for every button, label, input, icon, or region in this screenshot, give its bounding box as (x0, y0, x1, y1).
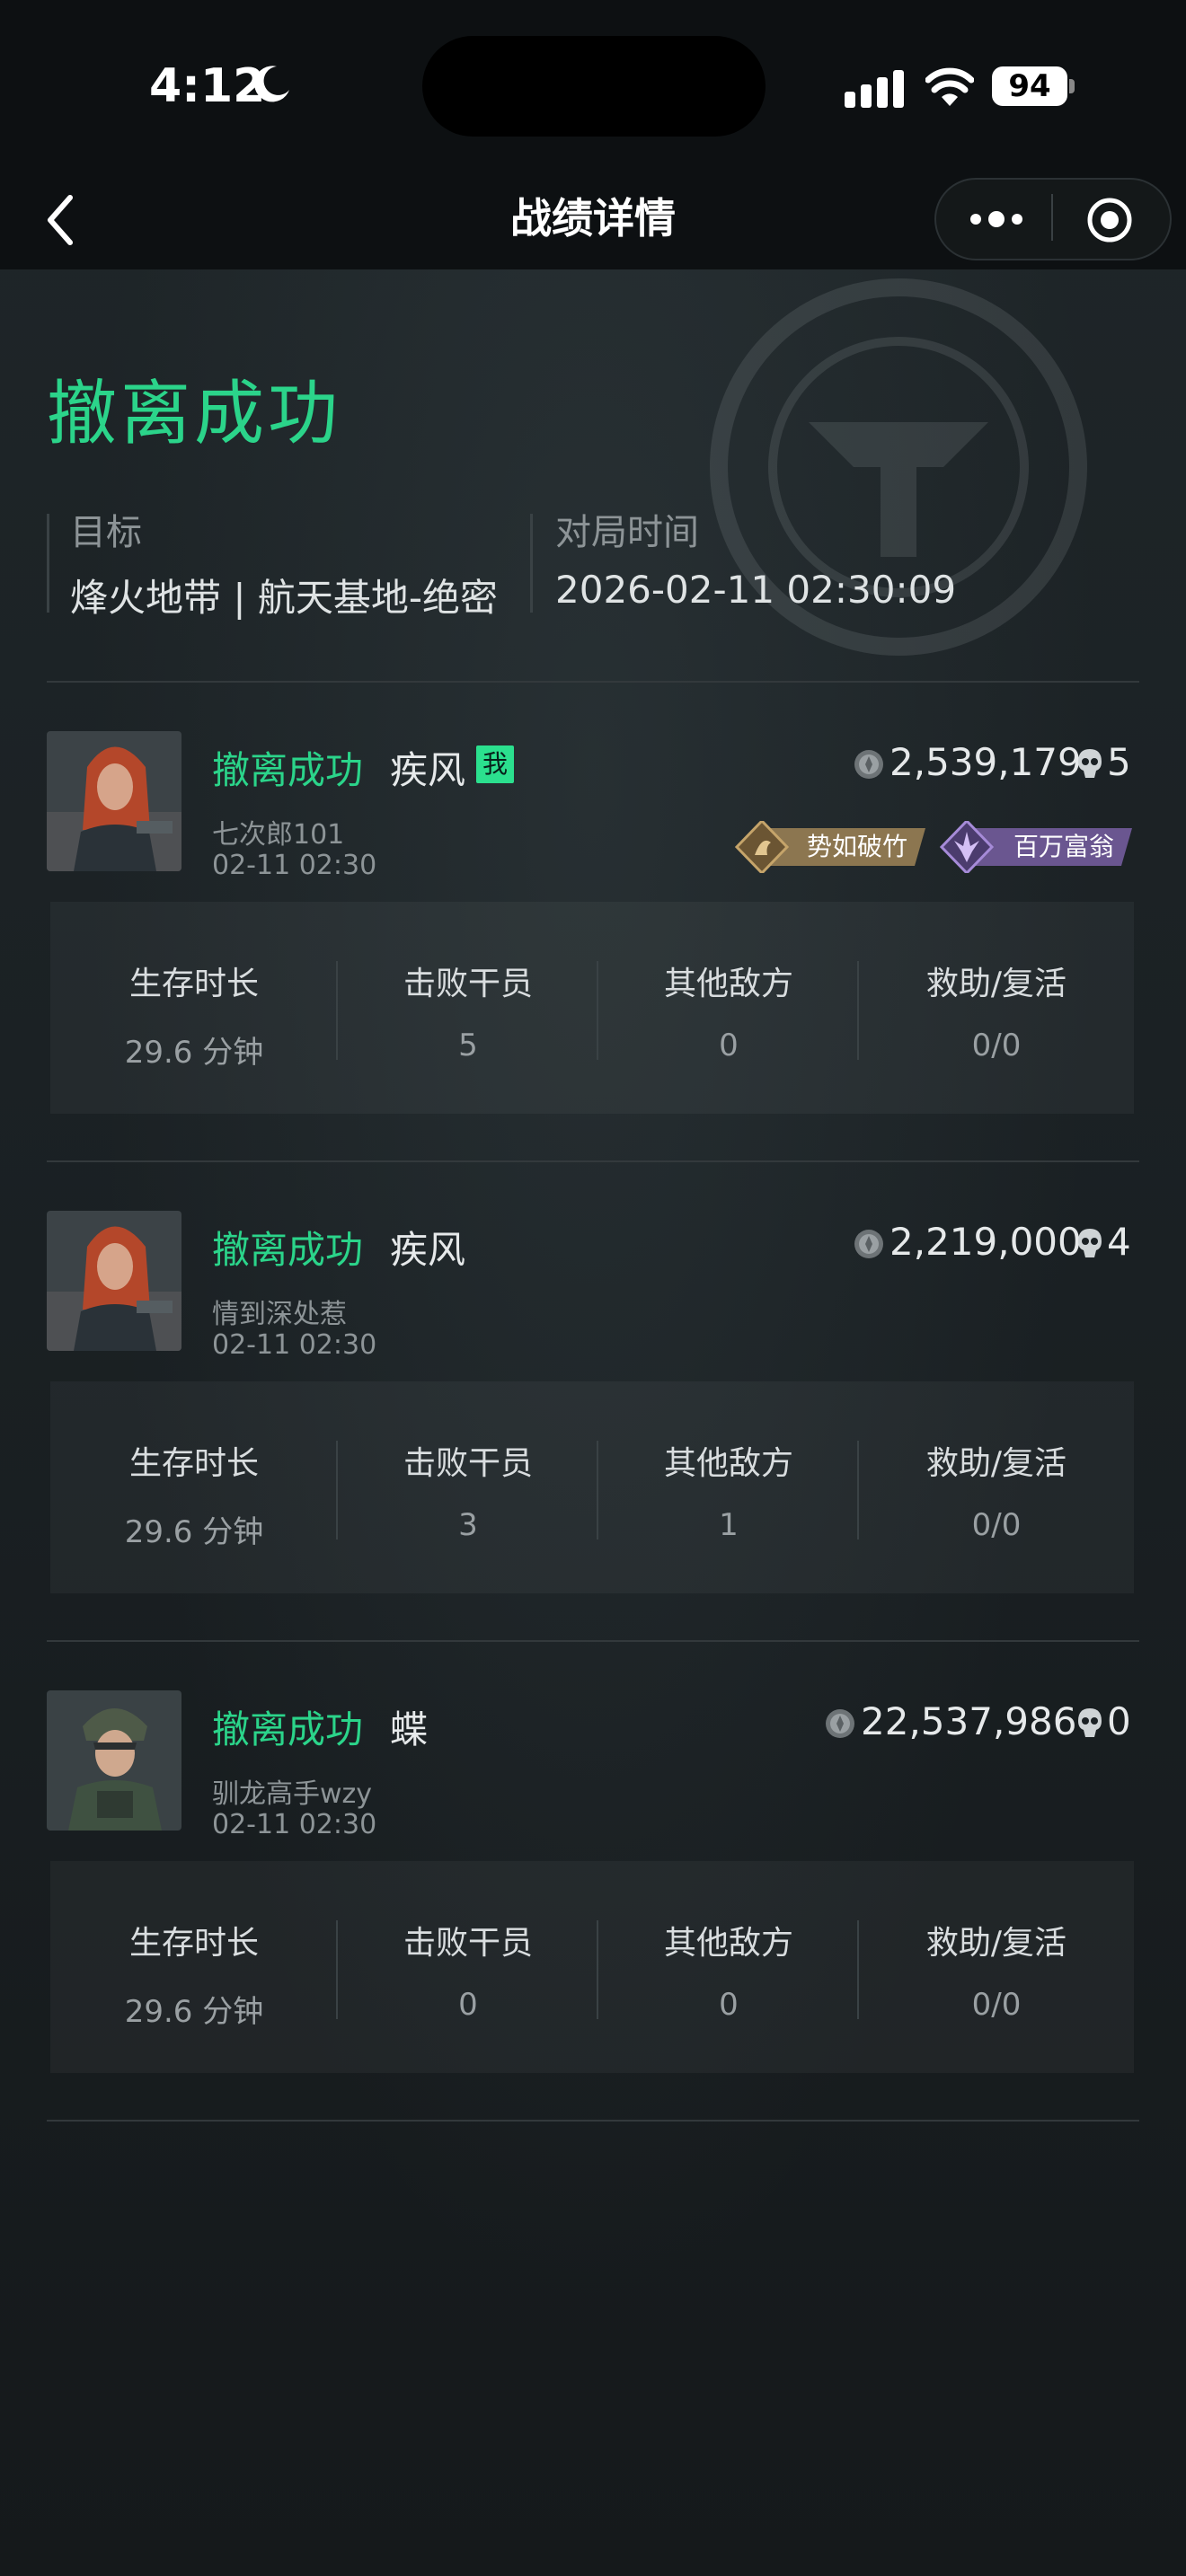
battery-indicator: 94 (992, 66, 1067, 106)
battery-tip (1069, 79, 1075, 93)
stat-survival: 29.6 分钟 (124, 1514, 264, 1550)
money-value: 2,539,179 (890, 740, 1082, 784)
stat-kills: 5 (458, 1028, 478, 1063)
section-divider (47, 681, 1139, 683)
player-card[interactable]: 撤离成功 蝶 驯龙高手wzy 02-11 02:30 22,537,986 0 … (0, 1690, 1186, 2122)
dynamic-island (422, 36, 766, 137)
money-value: 2,219,000 (890, 1220, 1082, 1264)
target-value: 烽火地带 | 航天基地-绝密 (70, 576, 499, 620)
stat-rescue: 0/0 (971, 1987, 1022, 2023)
stat-label-other: 其他敌方 (663, 1445, 793, 1482)
match-time-label: 对局时间 (555, 512, 699, 553)
extract-status: 撤离成功 (212, 1707, 364, 1751)
stat-label-kills: 击败干员 (403, 1445, 533, 1482)
match-timestamp: 02-11 02:30 (212, 1329, 377, 1361)
stat-label-survival: 生存时长 (128, 966, 259, 1002)
badge-millionaire: 百万富翁 (940, 821, 1132, 873)
section-divider (47, 1640, 1139, 1642)
stat-label-rescue: 救助/复活 (925, 1925, 1067, 1962)
info-accent-bar (47, 514, 49, 613)
badge-label: 势如破竹 (807, 832, 908, 861)
player-card[interactable]: 撤离成功 疾风 情到深处惹 02-11 02:30 2,219,000 4 生存… (0, 1211, 1186, 1642)
stat-label-survival: 生存时长 (128, 1925, 259, 1962)
section-divider (47, 1160, 1139, 1162)
target-label: 目标 (70, 512, 142, 553)
match-time-value: 2026-02-11 02:30:09 (555, 568, 957, 612)
match-timestamp: 02-11 02:30 (212, 850, 377, 881)
operator-avatar (47, 1211, 181, 1351)
stat-rescue: 0/0 (971, 1028, 1022, 1063)
moon-icon (254, 66, 289, 102)
operator-name: 蝶 (390, 1707, 429, 1751)
money-value: 22,537,986 (861, 1699, 1077, 1743)
player-name: 七次郎101 (212, 819, 345, 851)
stat-label-rescue: 救助/复活 (925, 966, 1067, 1002)
nav-bar: 战绩详情 (0, 171, 1186, 269)
coin-icon (854, 1230, 883, 1258)
stat-label-other: 其他敌方 (663, 966, 793, 1002)
badge-label: 百万富翁 (1013, 832, 1115, 861)
coin-icon (826, 1709, 854, 1738)
stats-panel: 生存时长 29.6 分钟 击败干员 0 其他敌方 0 救助/复活 0/0 (50, 1861, 1134, 2073)
wifi-icon (925, 67, 974, 106)
match-result-headline: 撤离成功 (47, 374, 342, 454)
stat-survival: 29.6 分钟 (124, 1994, 264, 2030)
kill-count: 5 (1107, 740, 1131, 784)
stat-survival: 29.6 分钟 (124, 1035, 264, 1071)
skull-icon (1078, 1229, 1102, 1257)
stat-other: 0 (719, 1987, 739, 2023)
operator-avatar (47, 1690, 181, 1831)
player-name: 驯龙高手wzy (212, 1778, 373, 1810)
kill-count: 0 (1107, 1699, 1131, 1743)
stats-panel: 生存时长 29.6 分钟 击败干员 3 其他敌方 1 救助/复活 0/0 (50, 1381, 1134, 1593)
stat-label-rescue: 救助/复活 (925, 1445, 1067, 1482)
me-badge: 我 (476, 745, 514, 783)
stat-other: 1 (719, 1507, 739, 1543)
close-miniprogram-icon[interactable] (1078, 189, 1141, 251)
clock: 4:12 (149, 59, 266, 113)
stat-label-kills: 击败干员 (403, 966, 533, 1002)
match-timestamp: 02-11 02:30 (212, 1809, 377, 1840)
info-accent-bar (530, 514, 533, 613)
operator-avatar (47, 731, 181, 871)
section-divider (47, 2120, 1139, 2122)
stat-label-kills: 击败干员 (403, 1925, 533, 1962)
status-bar: 4:12 94 (0, 0, 1186, 171)
player-card[interactable]: 撤离成功 疾风 我 七次郎101 02-11 02:30 2,539,179 5… (0, 731, 1186, 1162)
stat-kills: 0 (458, 1987, 478, 2023)
stat-label-other: 其他敌方 (663, 1925, 793, 1962)
operator-name: 疾风 (390, 1228, 466, 1272)
stat-rescue: 0/0 (971, 1507, 1022, 1543)
stat-label-survival: 生存时长 (128, 1445, 259, 1482)
skull-icon (1078, 749, 1102, 778)
skull-icon (1078, 1708, 1102, 1737)
badge-momentum: 势如破竹 (735, 821, 925, 873)
player-name: 情到深处惹 (212, 1299, 347, 1330)
stat-other: 0 (719, 1028, 739, 1063)
stat-kills: 3 (458, 1507, 478, 1543)
stats-panel: 生存时长 29.6 分钟 击败干员 5 其他敌方 0 救助/复活 0/0 (50, 902, 1134, 1114)
coin-icon (854, 750, 883, 779)
cellular-signal-icon (845, 70, 904, 108)
more-options-icon[interactable] (965, 201, 1028, 237)
kill-count: 4 (1107, 1220, 1131, 1264)
extract-status: 撤离成功 (212, 748, 364, 792)
extract-status: 撤离成功 (212, 1228, 364, 1272)
capsule-divider (1051, 194, 1053, 241)
operator-name: 疾风 (390, 748, 466, 792)
